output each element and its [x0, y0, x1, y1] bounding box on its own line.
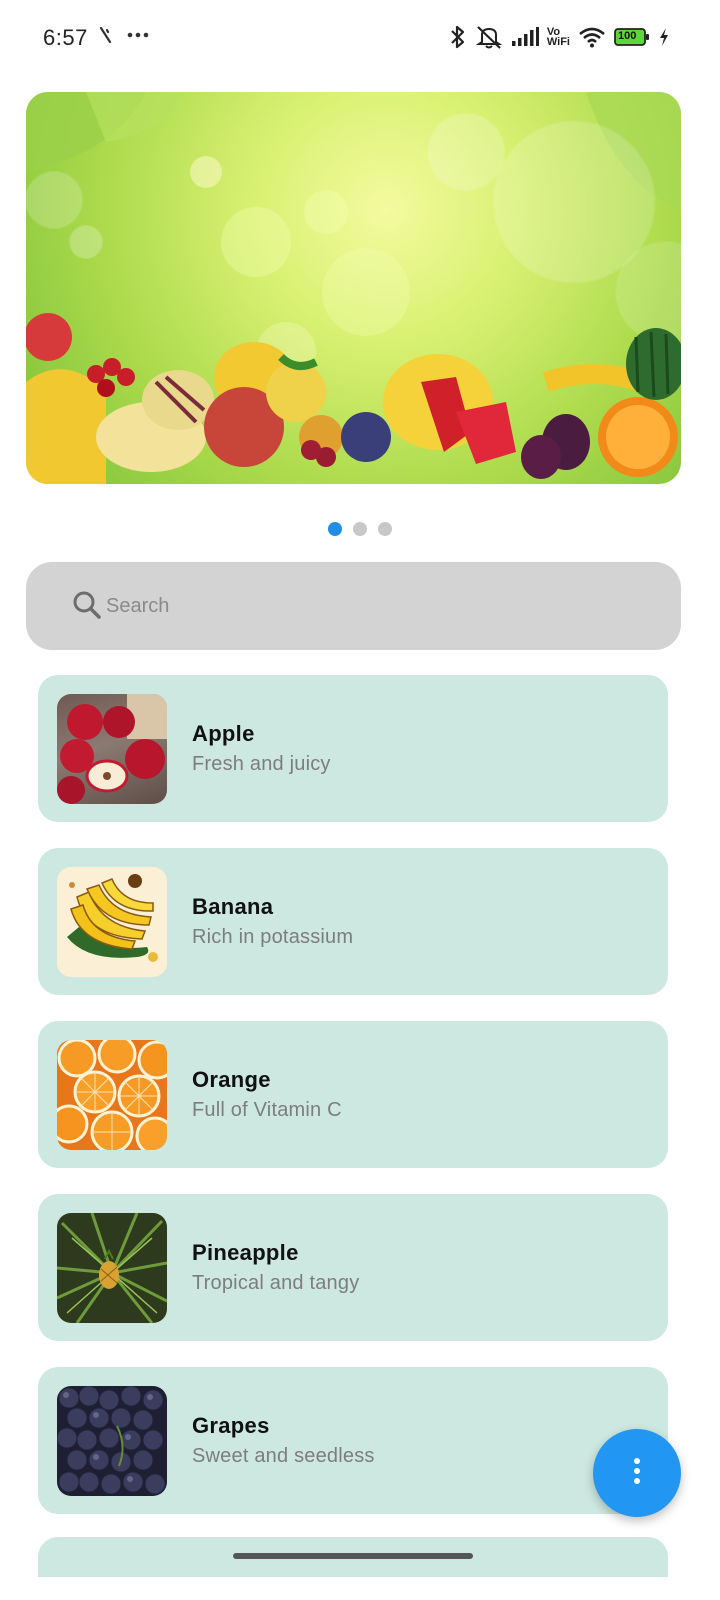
fruit-banner-image[interactable] — [26, 92, 681, 484]
app-screen: 6:57 Vo WiFi 100 Search Apple Fresh and … — [0, 0, 720, 1600]
pineapple-thumbnail — [57, 1213, 167, 1323]
signal-strength-icon — [98, 24, 116, 51]
fruit-name: Pineapple — [192, 1240, 299, 1265]
vowifi-icon: Vo WiFi — [546, 27, 570, 48]
status-bar: 6:57 Vo WiFi 100 — [0, 0, 720, 78]
more-vertical-icon — [632, 1456, 642, 1491]
wifi-icon — [578, 26, 606, 48]
charging-bolt-icon — [658, 27, 670, 47]
fruit-list-item-pineapple[interactable]: Pineapple Tropical and tangy — [38, 1194, 668, 1341]
fruit-list-item-orange[interactable]: Orange Full of Vitamin C — [38, 1021, 668, 1168]
fruit-description: Tropical and tangy — [192, 1272, 360, 1294]
search-input[interactable] — [106, 582, 646, 630]
orange-thumbnail — [57, 1040, 167, 1150]
fruit-list: Apple Fresh and juicy Banana Rich in pot… — [38, 675, 668, 1540]
fruit-description: Full of Vitamin C — [192, 1099, 342, 1121]
status-time: 6:57 — [43, 25, 88, 50]
carousel-dot-2[interactable] — [353, 522, 367, 536]
status-left-icons — [98, 24, 150, 51]
fruit-description: Rich in potassium — [192, 926, 354, 948]
cellular-signal-icon — [511, 26, 539, 48]
fruit-description: Sweet and seedless — [192, 1445, 375, 1467]
grapes-thumbnail — [57, 1386, 167, 1496]
banana-thumbnail — [57, 867, 167, 977]
carousel-dot-3[interactable] — [378, 522, 392, 536]
fruit-name: Grapes — [192, 1413, 270, 1438]
more-dots-icon — [126, 24, 150, 51]
fruit-description: Fresh and juicy — [192, 753, 331, 775]
fruit-list-item-grapes[interactable]: Grapes Sweet and seedless — [38, 1367, 668, 1514]
carousel-indicator — [0, 522, 720, 536]
carousel-dot-1[interactable] — [328, 522, 342, 536]
status-right-icons: Vo WiFi 100 — [449, 24, 670, 50]
search-icon — [72, 590, 102, 625]
fruit-list-item-apple[interactable]: Apple Fresh and juicy — [38, 675, 668, 822]
more-options-fab[interactable] — [593, 1429, 681, 1517]
battery-icon: 100 — [614, 28, 650, 46]
fruit-name: Orange — [192, 1067, 271, 1092]
search-bar[interactable] — [26, 562, 681, 650]
fruit-name: Banana — [192, 894, 274, 919]
fruit-list-item-banana[interactable]: Banana Rich in potassium — [38, 848, 668, 995]
home-indicator[interactable] — [233, 1553, 473, 1559]
fruit-name: Apple — [192, 721, 255, 746]
battery-level-text: 100 — [618, 30, 637, 42]
apple-thumbnail — [57, 694, 167, 804]
silent-bell-icon — [475, 24, 503, 50]
vowifi-bottom-label: WiFi — [546, 36, 570, 48]
bluetooth-icon — [449, 24, 467, 50]
